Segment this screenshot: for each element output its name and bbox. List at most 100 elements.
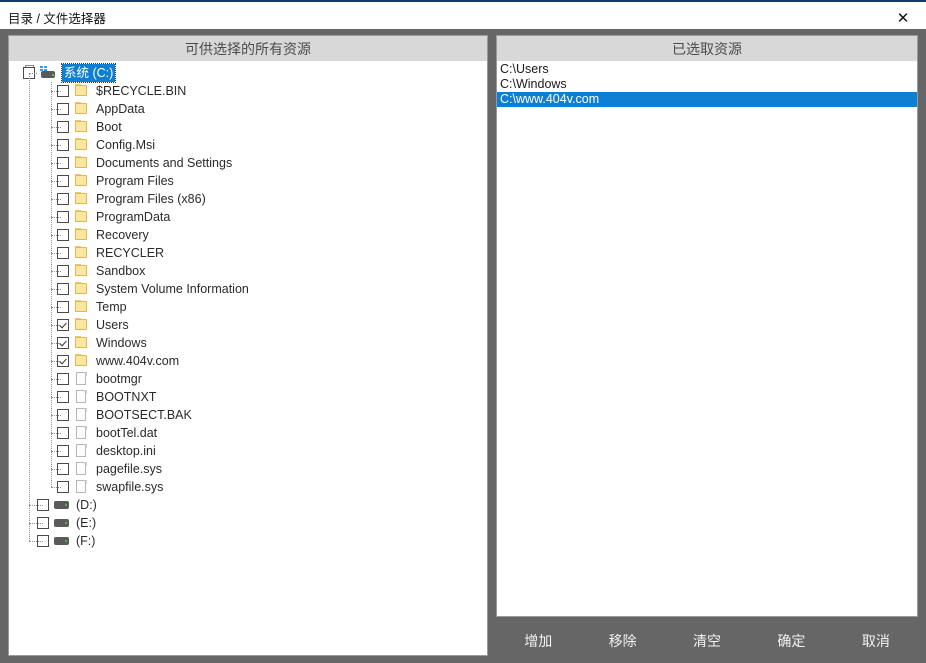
- tree-item-label: Windows: [96, 336, 147, 350]
- tree-spine-root: [29, 73, 31, 541]
- tree-item-child[interactable]: Windows: [9, 334, 487, 352]
- tree-connector-drive: [29, 505, 43, 507]
- folder-icon: [74, 174, 90, 188]
- tree-item-label: Users: [96, 318, 129, 332]
- selected-resources-list[interactable]: C:\Users C:\Windows C:\www.404v.com: [497, 61, 917, 107]
- folder-icon: [74, 264, 90, 278]
- tree-item-child[interactable]: bootTel.dat: [9, 424, 487, 442]
- tree-connector-root: [29, 73, 37, 75]
- dialog-button-bar: 增加 移除 清空 确定 取消: [496, 620, 918, 663]
- folder-icon: [74, 138, 90, 152]
- folder-icon: [74, 246, 90, 260]
- folder-icon: [74, 210, 90, 224]
- tree-item-label: 系统 (C:): [60, 63, 117, 83]
- tree-item-child[interactable]: Sandbox: [9, 262, 487, 280]
- tree-item-child[interactable]: RECYCLER: [9, 244, 487, 262]
- tree-item-label: ProgramData: [96, 210, 171, 224]
- tree-item-child[interactable]: Program Files (x86): [9, 190, 487, 208]
- tree-item-child[interactable]: $RECYCLE.BIN: [9, 82, 487, 100]
- tree-item-label: BOOTNXT: [96, 390, 157, 404]
- tree-item-child[interactable]: Boot: [9, 118, 487, 136]
- tree-item-child[interactable]: pagefile.sys: [9, 460, 487, 478]
- tree-item-child[interactable]: Config.Msi: [9, 136, 487, 154]
- tree-item-child[interactable]: ProgramData: [9, 208, 487, 226]
- folder-icon: [74, 336, 90, 350]
- tree-item-child[interactable]: desktop.ini: [9, 442, 487, 460]
- resource-tree[interactable]: 系统 (C:) $RECYCLE.BIN AppData Boot Config.Msi…: [9, 61, 487, 652]
- tree-item-label: BOOTSECT.BAK: [96, 408, 192, 422]
- tree-item-child[interactable]: www.404v.com: [9, 352, 487, 370]
- selected-resources-header: 已选取资源: [497, 36, 917, 61]
- tree-connector-child: [51, 433, 61, 435]
- tree-connector-child: [51, 271, 61, 273]
- selected-resource-item[interactable]: C:\Users: [497, 62, 917, 77]
- tree-item-label: bootTel.dat: [96, 426, 158, 440]
- tree-item-child[interactable]: Temp: [9, 298, 487, 316]
- folder-icon: [74, 102, 90, 116]
- tree-item-label: Recovery: [96, 228, 149, 242]
- file-icon: [74, 390, 90, 404]
- tree-connector-child: [51, 181, 61, 183]
- tree-item-child[interactable]: System Volume Information: [9, 280, 487, 298]
- selected-resource-item[interactable]: C:\Windows: [497, 77, 917, 92]
- folder-icon: [74, 156, 90, 170]
- available-resources-header: 可供选择的所有资源: [9, 36, 487, 61]
- drive-icon: [54, 498, 70, 512]
- tree-connector-child: [51, 325, 61, 327]
- tree-item-label: Documents and Settings: [96, 156, 233, 170]
- tree-connector-child: [51, 127, 61, 129]
- tree-item-child[interactable]: Program Files: [9, 172, 487, 190]
- tree-connector-drive: [29, 523, 43, 525]
- tree-item-drive[interactable]: (D:): [9, 496, 487, 514]
- add-button[interactable]: 增加: [496, 620, 580, 663]
- selected-resources-panel: 已选取资源 C:\Users C:\Windows C:\www.404v.com: [496, 35, 918, 617]
- drive-icon: [54, 516, 70, 530]
- tree-item-child[interactable]: swapfile.sys: [9, 478, 487, 496]
- tree-item-label: (D:): [76, 498, 97, 512]
- selected-resource-item[interactable]: C:\www.404v.com: [497, 92, 917, 107]
- tree-item-label: desktop.ini: [96, 444, 156, 458]
- tree-connector-child: [51, 217, 61, 219]
- tree-item-child[interactable]: bootmgr: [9, 370, 487, 388]
- tree-item-label: Program Files (x86): [96, 192, 206, 206]
- tree-connector-child: [51, 289, 61, 291]
- cancel-button[interactable]: 取消: [834, 620, 918, 663]
- file-icon: [74, 480, 90, 494]
- tree-item-child[interactable]: BOOTNXT: [9, 388, 487, 406]
- tree-item-label: $RECYCLE.BIN: [96, 84, 187, 98]
- tree-item-label: Sandbox: [96, 264, 146, 278]
- tree-item-label: RECYCLER: [96, 246, 165, 260]
- tree-item-label: Config.Msi: [96, 138, 156, 152]
- file-icon: [74, 372, 90, 386]
- close-icon[interactable]: ✕: [880, 4, 926, 31]
- tree-connector-child: [51, 145, 61, 147]
- tree-item-child[interactable]: AppData: [9, 100, 487, 118]
- tree-item-child[interactable]: BOOTSECT.BAK: [9, 406, 487, 424]
- drive-icon: [54, 534, 70, 548]
- tree-item-label: www.404v.com: [96, 354, 180, 368]
- confirm-button[interactable]: 确定: [749, 620, 833, 663]
- tree-item-drive[interactable]: (F:): [9, 532, 487, 550]
- tree-item-label: Boot: [96, 120, 122, 134]
- tree-item-root[interactable]: 系统 (C:): [9, 63, 487, 83]
- file-icon: [74, 462, 90, 476]
- folder-icon: [74, 228, 90, 242]
- tree-item-child[interactable]: Users: [9, 316, 487, 334]
- tree-item-label: Program Files: [96, 174, 174, 188]
- remove-button[interactable]: 移除: [580, 620, 664, 663]
- tree-item-label: pagefile.sys: [96, 462, 163, 476]
- tree-connector-child: [51, 379, 61, 381]
- tree-spine-child: [51, 82, 53, 487]
- tree-connector-child: [51, 199, 61, 201]
- tree-item-child[interactable]: Recovery: [9, 226, 487, 244]
- clear-button[interactable]: 清空: [665, 620, 749, 663]
- tree-connector-child: [51, 109, 61, 111]
- tree-item-child[interactable]: Documents and Settings: [9, 154, 487, 172]
- tree-item-label: System Volume Information: [96, 282, 249, 296]
- tree-item-drive[interactable]: (E:): [9, 514, 487, 532]
- tree-connector-child: [51, 235, 61, 237]
- drive-led-icon: [52, 74, 54, 76]
- tree-item-label: Temp: [96, 300, 127, 314]
- tree-item-label: bootmgr: [96, 372, 142, 386]
- tree-item-label: (F:): [76, 534, 96, 548]
